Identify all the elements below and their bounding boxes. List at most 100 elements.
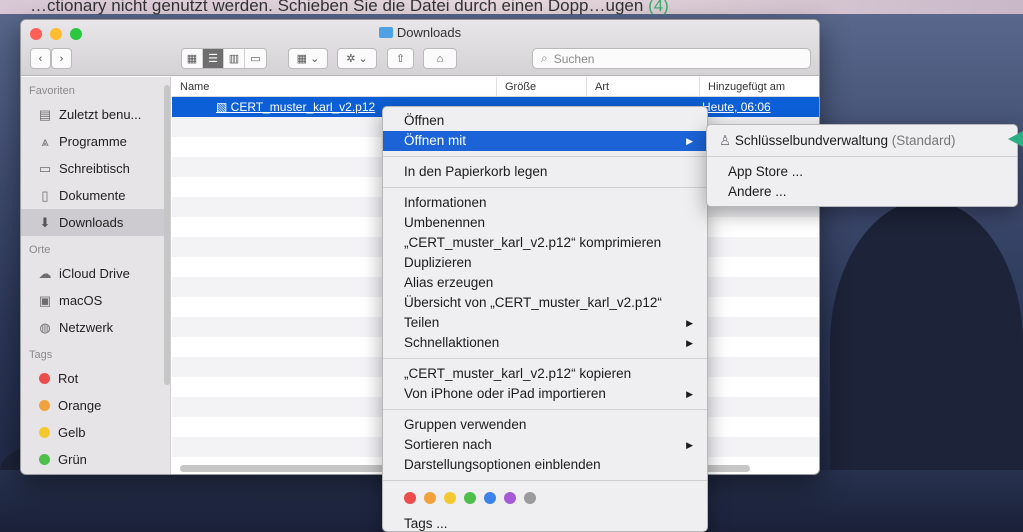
- submenu-arrow-icon: ▶: [686, 136, 693, 146]
- menu-item-import-from-iphone[interactable]: Von iPhone oder iPad importieren ▶: [383, 384, 707, 404]
- menu-item-open-with[interactable]: Öffnen mit ▶: [383, 131, 707, 151]
- submenu-arrow-icon: ▶: [686, 440, 693, 450]
- sidebar-item-tag-green[interactable]: Grün: [21, 446, 170, 473]
- gallery-view-icon[interactable]: ▭: [245, 49, 266, 68]
- tags-button[interactable]: ⌂: [423, 48, 457, 69]
- sidebar-item-label: Grün: [58, 452, 87, 467]
- sidebar-item-network[interactable]: ◍ Netzwerk: [21, 314, 170, 341]
- menu-item-show-view-options[interactable]: Darstellungsoptionen einblenden: [383, 455, 707, 475]
- menu-item-label: „CERT_muster_karl_v2.p12“ kopieren: [404, 366, 632, 381]
- gear-icon: ✲ ⌄: [346, 53, 368, 65]
- submenu-item-app-store[interactable]: App Store ...: [707, 162, 1017, 182]
- download-icon: ⬇: [39, 214, 51, 230]
- column-header-date-added[interactable]: Hinzugefügt am: [700, 77, 819, 96]
- sidebar-item-documents[interactable]: ▯ Dokumente: [21, 182, 170, 209]
- submenu-arrow-icon: ▶: [686, 318, 693, 328]
- sidebar-item-desktop[interactable]: ▭ Schreibtisch: [21, 155, 170, 182]
- menu-item-tags[interactable]: Tags ...: [383, 514, 707, 532]
- sidebar-item-tag-orange[interactable]: Orange: [21, 392, 170, 419]
- sidebar-item-label: Orange: [58, 398, 102, 413]
- sidebar-item-tag-red[interactable]: Rot: [21, 365, 170, 392]
- context-menu: Öffnen Öffnen mit ▶ In den Papierkorb leg…: [382, 106, 708, 532]
- sidebar-item-label: Zuletzt benu...: [59, 107, 142, 122]
- view-switcher: ▦ ☰ ▥ ▭: [181, 48, 267, 69]
- column-header-name[interactable]: Name: [172, 77, 497, 96]
- sidebar-item-macos[interactable]: ▣ macOS: [21, 287, 170, 314]
- menu-item-duplicate[interactable]: Duplizieren: [383, 253, 707, 273]
- tag-dot-yellow: [39, 427, 50, 438]
- menu-item-label: Schnellaktionen: [404, 335, 500, 350]
- tag-color-orange[interactable]: [424, 492, 436, 504]
- sidebar-item-icloud[interactable]: ☁ iCloud Drive: [21, 260, 170, 287]
- menu-item-label: Duplizieren: [404, 255, 472, 270]
- tag-color-blue[interactable]: [484, 492, 496, 504]
- menu-item-share[interactable]: Teilen ▶: [383, 313, 707, 333]
- sidebar-heading-locations: Orte: [29, 244, 51, 256]
- menu-item-make-alias[interactable]: Alias erzeugen: [383, 273, 707, 293]
- menu-item-copy[interactable]: „CERT_muster_karl_v2.p12“ kopieren: [383, 364, 707, 384]
- group-button[interactable]: ▦ ⌄: [288, 48, 328, 69]
- menu-item-get-info[interactable]: Informationen: [383, 193, 707, 213]
- menu-item-use-groups[interactable]: Gruppen verwenden: [383, 415, 707, 435]
- menu-item-label: Alias erzeugen: [404, 275, 494, 290]
- tag-color-red[interactable]: [404, 492, 416, 504]
- menu-item-label: Gruppen verwenden: [404, 417, 527, 432]
- column-header-size[interactable]: Größe: [497, 77, 587, 96]
- tag-color-picker: [383, 486, 707, 514]
- submenu-item-other[interactable]: Andere ...: [707, 182, 1017, 202]
- sidebar-item-applications[interactable]: ⩓ Programme: [21, 128, 170, 155]
- column-headers: Name Größe Art Hinzugefügt am: [172, 77, 819, 97]
- menu-item-label: Von iPhone oder iPad importieren: [404, 386, 606, 401]
- tag-color-yellow[interactable]: [444, 492, 456, 504]
- menu-separator: [707, 156, 1017, 157]
- column-header-kind[interactable]: Art: [587, 77, 700, 96]
- menu-item-label: Andere ...: [728, 184, 787, 199]
- sidebar-item-recents[interactable]: ▤ Zuletzt benu...: [21, 101, 170, 128]
- share-button[interactable]: ⇧: [387, 48, 414, 69]
- forward-button[interactable]: ›: [51, 48, 72, 69]
- menu-item-label: „CERT_muster_karl_v2.p12“ komprimieren: [404, 235, 662, 250]
- menu-separator: [383, 156, 707, 157]
- back-button[interactable]: ‹: [30, 48, 51, 69]
- wallpaper-caption-text: …ctionary nicht genutzt werden. Schieben…: [30, 0, 644, 15]
- menu-item-label: Öffnen mit: [404, 133, 467, 148]
- action-button[interactable]: ✲ ⌄: [337, 48, 377, 69]
- menu-item-quick-actions[interactable]: Schnellaktionen ▶: [383, 333, 707, 353]
- sidebar-item-label: Gelb: [58, 425, 86, 440]
- wallpaper-caption: …ctionary nicht genutzt werden. Schieben…: [30, 0, 669, 16]
- icon-view-icon[interactable]: ▦: [182, 49, 203, 68]
- column-view-icon[interactable]: ▥: [224, 49, 245, 68]
- list-view-icon[interactable]: ☰: [203, 49, 224, 68]
- menu-item-label: Darstellungsoptionen einblenden: [404, 457, 601, 472]
- tag-color-green[interactable]: [464, 492, 476, 504]
- wallpaper-island: [830, 200, 1023, 490]
- applications-icon: ⩓: [41, 133, 49, 149]
- wallpaper-caption-accent: (4): [648, 0, 669, 15]
- search-field[interactable]: ⌕ Suchen: [532, 48, 811, 69]
- sidebar-item-label: Downloads: [59, 215, 124, 230]
- submenu-item-keychain[interactable]: ♙ Schlüsselbundverwaltung (Standard): [707, 131, 1017, 151]
- sidebar-scrollbar[interactable]: [164, 85, 170, 385]
- tag-color-gray[interactable]: [524, 492, 536, 504]
- sidebar-item-downloads[interactable]: ⬇ Downloads: [21, 209, 170, 236]
- menu-separator: [383, 480, 707, 481]
- menu-item-compress[interactable]: „CERT_muster_karl_v2.p12“ komprimieren: [383, 233, 707, 253]
- sidebar-item-label: Schreibtisch: [59, 161, 130, 176]
- menu-item-move-to-trash[interactable]: In den Papierkorb legen: [383, 162, 707, 182]
- menu-item-label: Öffnen: [404, 113, 445, 128]
- submenu-default-suffix: (Standard): [891, 133, 956, 148]
- network-icon: ◍: [39, 319, 51, 335]
- menu-item-quick-look[interactable]: Übersicht von „CERT_muster_karl_v2.p12“: [383, 293, 707, 313]
- menu-item-sort-by[interactable]: Sortieren nach ▶: [383, 435, 707, 455]
- sidebar-item-tag-yellow[interactable]: Gelb: [21, 419, 170, 446]
- folder-icon: [378, 27, 393, 38]
- menu-item-open[interactable]: Öffnen: [383, 111, 707, 131]
- sidebar-item-label: macOS: [59, 293, 103, 308]
- sidebar-item-label: Dokumente: [59, 188, 126, 203]
- menu-separator: [383, 409, 707, 410]
- tag-color-purple[interactable]: [504, 492, 516, 504]
- toolbar: Downloads ‹ › ▦ ☰ ▥ ▭ ▦ ⌄ ✲ ⌄ ⇧ ⌂ ⌕ Such…: [21, 20, 819, 76]
- menu-item-rename[interactable]: Umbenennen: [383, 213, 707, 233]
- keychain-icon: ♙: [719, 133, 735, 148]
- disk-icon: ▣: [38, 292, 52, 308]
